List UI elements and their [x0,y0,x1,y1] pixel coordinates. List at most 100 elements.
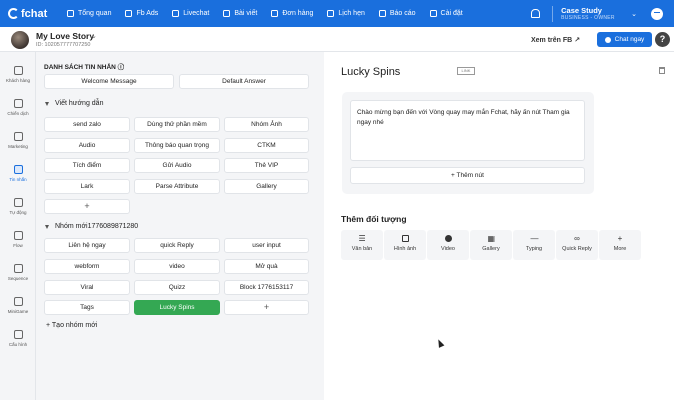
block-button[interactable]: Nhóm Ảnh [224,117,309,132]
chat-now-button[interactable]: Chat ngay [597,32,652,47]
message-icon [13,165,23,174]
link-icon[interactable]: LINK [457,67,475,75]
add-button-button[interactable]: + Thêm nút [350,167,585,184]
nav-overview[interactable]: Tổng quan [60,0,118,27]
sidebar-item-flow[interactable]: Flow [0,231,36,248]
add-video-object[interactable]: Video [427,230,469,260]
group-header-new[interactable]: Nhóm mới1776089871280 [45,223,138,230]
sidebar-item-customers[interactable]: Khách hàng [0,66,36,83]
add-image-object[interactable]: Hình ảnh [384,230,426,260]
nav-label: Fb Ads [136,10,159,17]
add-gallery-object[interactable]: ▦ Gallery [470,230,512,260]
account-switcher[interactable]: Case Study BUSINESS - OWNER [561,6,631,21]
nav-fb-ads[interactable]: Fb Ads [118,0,165,27]
chat-icon [172,10,180,17]
block-button[interactable]: Block 1776153117 [224,280,309,295]
gear-icon [429,10,437,17]
section-title-text: DANH SÁCH TIN NHẮN [44,64,116,71]
sidebar-label: Flow [13,243,23,248]
add-quick-reply-object[interactable]: ∞ Quick Reply [556,230,598,260]
bell-icon[interactable] [531,9,541,18]
caret-down-icon [45,224,49,229]
chevron-down-icon[interactable]: ⌄ [631,10,637,18]
block-button[interactable]: quick Reply [134,238,220,253]
view-on-fb-link[interactable]: Xem trên FB ↗ [531,36,580,44]
block-button[interactable]: Dùng thử phần mềm [134,117,220,132]
create-group-button[interactable]: + Tạo nhóm mới [46,322,97,329]
page-name[interactable]: My Love Story [36,31,94,41]
block-button[interactable]: webform [44,259,130,274]
sidebar-item-messages[interactable]: Tin nhắn [0,165,36,182]
sidebar-item-marketing[interactable]: Marketing [0,132,36,149]
info-icon: ⓘ [117,64,125,71]
block-button[interactable]: user input [224,238,309,253]
minus-icon: — [530,234,539,243]
group-title: Viết hướng dẫn [55,100,104,107]
nav-reports[interactable]: Báo cáo [372,0,423,27]
group-header-guide[interactable]: Viết hướng dẫn [45,100,103,107]
account-role: BUSINESS - OWNER [561,15,615,21]
nav-label: Livechat [183,10,210,17]
fchat-logo[interactable]: fchat [0,8,60,20]
message-text-area[interactable]: Chào mừng bạn đến với Vòng quay may mắn … [350,100,585,161]
add-text-object[interactable]: ☰ Văn bản [341,230,383,260]
sidebar-label: Cấu hình [8,342,28,347]
block-button[interactable]: Liên hệ ngay [44,238,130,253]
help-button[interactable]: ? [655,32,670,47]
play-icon [444,235,452,242]
block-button-active[interactable]: Lucky Spins [134,300,220,315]
nav-posts[interactable]: Bài viết [216,0,264,27]
main-nav: Tổng quan Fb Ads Livechat Bài viết Đơn h… [60,0,470,27]
object-label: Văn bản [351,246,373,252]
nav-orders[interactable]: Đơn hàng [264,0,320,27]
block-button[interactable]: Thông báo quan trọng [134,138,220,153]
nav-label: Tổng quan [78,10,112,17]
gamepad-icon [13,297,23,306]
block-button[interactable]: Thẻ VIP [224,158,309,173]
flow-icon [13,231,23,240]
block-button[interactable]: Parse Attribute [134,179,220,194]
messenger-icon [604,36,611,43]
nav-settings[interactable]: Cài đặt [423,0,470,27]
block-button[interactable]: Gallery [224,179,309,194]
welcome-message-block[interactable]: Welcome Message [44,74,174,89]
block-button[interactable]: CTKM [224,138,309,153]
block-button[interactable]: Lark [44,179,130,194]
block-button[interactable]: Gửi Audio [134,158,220,173]
add-more-object[interactable]: + More [599,230,641,260]
divider [552,5,554,22]
block-button[interactable]: Quizz [134,280,220,295]
block-button[interactable]: Tích điểm [44,158,130,173]
sidebar-item-minigame[interactable]: MiniGame [0,297,36,314]
sidebar-label: Tin nhắn [9,177,27,182]
block-button[interactable]: Mở quà [224,259,309,274]
dashboard-icon [67,10,74,17]
sidebar-label: Tự động [9,210,27,215]
sidebar-item-sequence[interactable]: Sequence [0,264,36,281]
trash-icon[interactable] [659,67,665,74]
add-block-button[interactable]: + [224,300,309,315]
sidebar-item-automation[interactable]: Tự động [0,198,36,215]
top-navbar: fchat Tổng quan Fb Ads Livechat Bài viết… [0,0,674,27]
add-block-button[interactable]: + [44,199,130,214]
object-label: Gallery [482,246,500,252]
nav-livechat[interactable]: Livechat [165,0,216,27]
user-avatar[interactable] [651,7,663,20]
sidebar-label: Chiến dịch [7,111,29,116]
block-button[interactable]: Tags [44,300,130,315]
block-button[interactable]: Audio [44,138,130,153]
sidebar-item-config[interactable]: Cấu hình [0,330,36,347]
default-answer-block[interactable]: Default Answer [179,74,309,89]
object-toolbar: ☰ Văn bản Hình ảnh Video ▦ Gallery — Typing… [341,230,642,260]
nav-label: Báo cáo [389,10,416,17]
nav-appointments[interactable]: Lịch hẹn [320,0,371,27]
block-button[interactable]: video [134,259,220,274]
block-button[interactable]: Viral [44,280,130,295]
text-lines-icon: ☰ [358,234,366,243]
add-object-title: Thêm đối tượng [341,214,407,224]
block-button[interactable]: send zalo [44,117,130,132]
add-typing-object[interactable]: — Typing [513,230,555,260]
chevron-down-icon[interactable]: ⌄ [91,32,97,40]
sidebar-item-campaigns[interactable]: Chiến dịch [0,99,36,116]
users-icon [13,66,23,75]
